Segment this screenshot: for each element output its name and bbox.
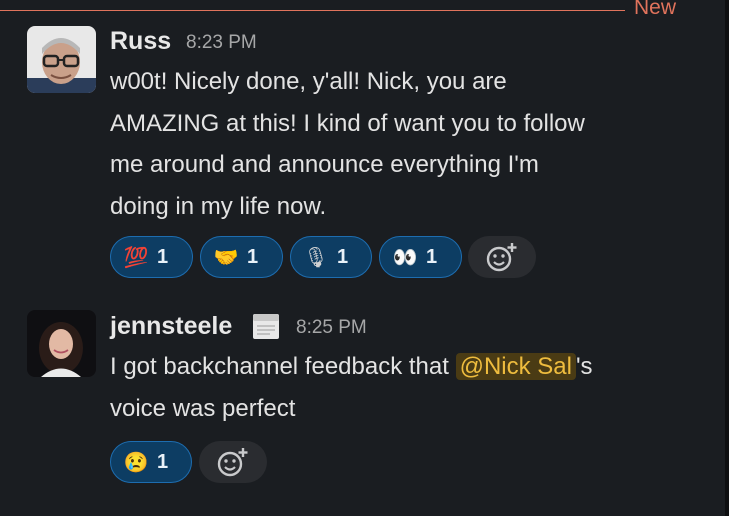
message-line: me around and announce everything I'm xyxy=(110,151,539,178)
timestamp[interactable]: 8:25 PM xyxy=(296,317,367,339)
message-text: w00t! Nicely done, y'all! Nick, you are … xyxy=(110,61,585,227)
add-reaction-button[interactable] xyxy=(199,441,267,483)
reaction-microphone[interactable]: 🎙 1 xyxy=(290,236,372,278)
message-text: I got backchannel feedback that @Nick Sa… xyxy=(110,346,593,429)
text-after-mention: 's xyxy=(575,353,593,380)
add-emoji-icon xyxy=(486,243,517,272)
reaction-eyes[interactable]: 👀 1 xyxy=(379,236,462,278)
reaction-count: 1 xyxy=(247,245,259,268)
divider-line xyxy=(0,10,625,11)
microphone-icon: 🎙 xyxy=(303,246,329,269)
calendar-icon[interactable] xyxy=(252,313,280,340)
author-name[interactable]: jennsteele xyxy=(110,312,232,341)
avatar-russ[interactable] xyxy=(27,26,96,93)
crying-face-icon: 😢 xyxy=(123,451,149,474)
reaction-hundred-points[interactable]: 💯 1 xyxy=(110,236,193,278)
eyes-icon: 👀 xyxy=(392,246,418,269)
author-name[interactable]: Russ xyxy=(110,27,171,56)
message-line: AMAZING at this! I kind of want you to f… xyxy=(110,109,585,137)
reaction-count: 1 xyxy=(157,245,169,268)
avatar-jennsteele-image xyxy=(27,310,96,377)
timestamp[interactable]: 8:23 PM xyxy=(186,32,257,54)
user-mention[interactable]: @Nick Sal xyxy=(455,353,576,380)
handshake-icon: 🤝 xyxy=(213,246,239,269)
reaction-count: 1 xyxy=(426,245,438,268)
message-line: I got backchannel feedback that @Nick Sa… xyxy=(110,346,593,388)
avatar-jennsteele[interactable] xyxy=(27,310,96,377)
text-before-mention: I got backchannel feedback that xyxy=(110,353,456,380)
message-line: doing in my life now. xyxy=(110,192,327,220)
reaction-crying-face[interactable]: 😢 1 xyxy=(110,441,192,483)
scroll-edge xyxy=(725,0,729,516)
avatar-russ-image xyxy=(27,26,96,93)
message-line: w00t! Nicely done, y'all! Nick, you are xyxy=(110,68,507,95)
reaction-handshake[interactable]: 🤝 1 xyxy=(200,236,283,278)
reaction-count: 1 xyxy=(337,245,349,268)
reaction-count: 1 xyxy=(157,450,169,473)
new-label: New xyxy=(634,0,677,19)
hundred-points-icon: 💯 xyxy=(123,246,149,269)
message-line: voice was perfect xyxy=(110,394,296,422)
add-reaction-button[interactable] xyxy=(468,236,536,278)
add-emoji-icon xyxy=(217,448,248,477)
